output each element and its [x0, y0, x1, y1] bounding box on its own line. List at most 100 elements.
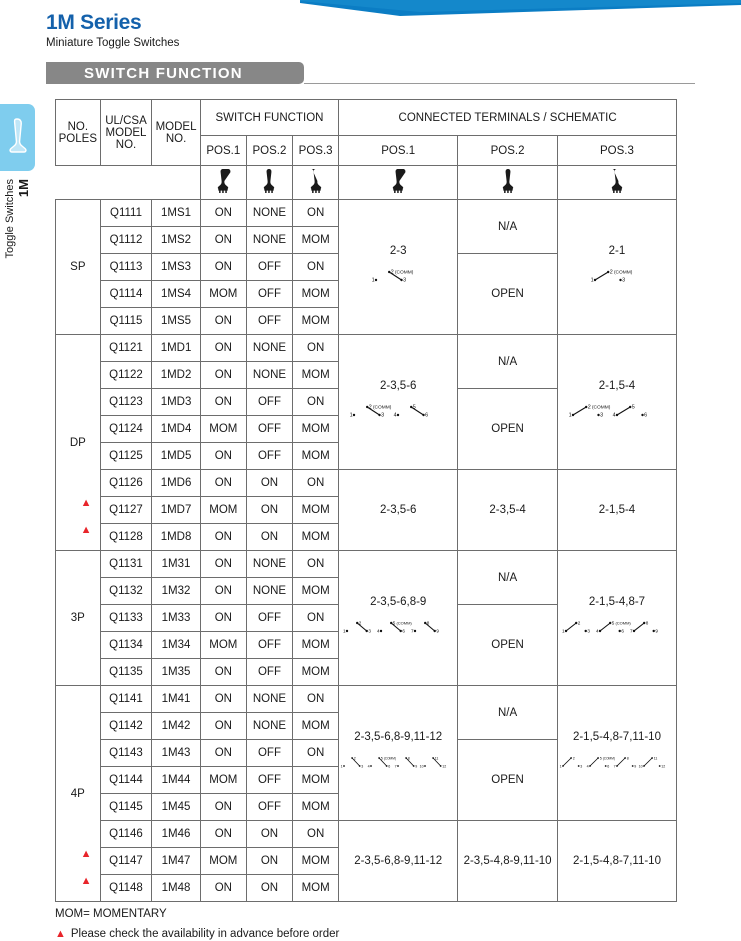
svg-text:2: 2 [359, 621, 362, 626]
cell-model-no: 1MD3 [151, 388, 201, 416]
svg-text:3: 3 [403, 278, 406, 284]
terminal-list-pos1: 2-3,5-6,8-9,11-12 [354, 731, 443, 743]
terminal-list-pos3: 2-1,5-4,8-7,11-10 [572, 731, 661, 743]
svg-text:6: 6 [644, 413, 647, 419]
toggle-center-icon [500, 168, 516, 197]
cell-fn-pos2: ON [245, 496, 294, 524]
cell-fn-pos1: MOM [199, 766, 247, 794]
table-icon-row [56, 165, 678, 200]
cell-fn-pos2: ON [245, 874, 294, 902]
cell-ulcsa-model-no: ▲ Q1148 [81, 874, 153, 902]
th-fn-pos2: POS.2 [245, 135, 294, 166]
table-body: SP Q1111 1MS1 ON NONE ON 2-3 1 3 2 (COMM) N/A 2-1 1 3 2… [55, 199, 678, 902]
cell-fn-pos1: MOM [199, 415, 247, 443]
cell-model-no: 1MD6 [151, 469, 201, 497]
svg-text:1: 1 [560, 765, 562, 769]
table-row: DP Q1121 1MD1 ON NONE ON 2-3,5-6 1 3 2 (COMM) 4 6 5 N/… [55, 334, 678, 551]
cell-sch-pos2-b: 2-3,5-4 [457, 469, 558, 551]
cell-fn-pos2: ON [245, 820, 294, 848]
cell-sch-pos2-na: N/A [457, 685, 558, 740]
cell-fn-pos3: MOM [292, 631, 340, 659]
cell-fn-pos2: OFF [245, 631, 294, 659]
cell-ulcsa-model-no: Q1135 [99, 658, 153, 686]
svg-text:3: 3 [580, 765, 582, 769]
cell-fn-pos2: OFF [245, 253, 294, 281]
cell-model-no: 1MS5 [151, 307, 201, 335]
icon-cell-fn-pos1 [199, 165, 247, 200]
svg-text:7: 7 [630, 629, 633, 634]
svg-text:5: 5 [600, 757, 602, 761]
cell-fn-pos1: ON [199, 334, 247, 362]
svg-text:10: 10 [420, 765, 424, 769]
cell-model-no: 1MD4 [151, 415, 201, 443]
svg-text:7: 7 [411, 629, 414, 634]
cell-fn-pos1: MOM [199, 847, 247, 875]
cell-model-no: 1M48 [151, 874, 201, 902]
svg-text:9: 9 [437, 629, 440, 634]
cell-ulcsa-model-no: Q1133 [99, 604, 153, 632]
cell-ulcsa-model-no: Q1112 [99, 226, 153, 254]
svg-text:(COMM): (COMM) [615, 620, 631, 625]
cell-sch-pos2-open: OPEN [457, 604, 558, 686]
svg-text:5: 5 [381, 757, 383, 761]
svg-text:1: 1 [341, 765, 343, 769]
svg-text:10: 10 [639, 765, 643, 769]
svg-text:6: 6 [607, 765, 609, 769]
svg-text:1: 1 [562, 629, 565, 634]
svg-text:2: 2 [578, 621, 581, 626]
svg-text:2: 2 [610, 270, 613, 276]
cell-model-no: 1MD7 [151, 496, 201, 524]
svg-text:3: 3 [600, 413, 603, 419]
cell-fn-pos3: ON [292, 334, 340, 362]
svg-text:5: 5 [413, 405, 416, 411]
table-row: 4P Q1141 1M41 ON NONE ON 2-3,5-6,8-9,11-12 1 3 2 4… [55, 685, 678, 902]
toggle-center-icon [261, 168, 277, 197]
footnote-availability: ▲ Please check the availability in advan… [55, 928, 339, 940]
cell-fn-pos3: MOM [292, 793, 340, 821]
cell-fn-pos3: ON [292, 820, 340, 848]
red-triangle-icon: ▲ [55, 928, 66, 940]
svg-text:11: 11 [435, 757, 439, 761]
svg-text:(COMM): (COMM) [603, 756, 615, 760]
cell-ulcsa-model-no: Q1122 [99, 361, 153, 389]
svg-text:3: 3 [361, 765, 363, 769]
cell-model-no: 1MS1 [151, 199, 201, 227]
cell-model-no: 1MD5 [151, 442, 201, 470]
cell-sch-pos3-b: 2-1,5-4,8-7,11-10 [556, 820, 678, 902]
svg-text:4: 4 [368, 765, 370, 769]
cell-model-no: 1MD1 [151, 334, 201, 362]
cell-fn-pos3: ON [292, 550, 340, 578]
svg-text:5: 5 [393, 621, 396, 626]
svg-text:7: 7 [395, 765, 397, 769]
cell-model-no: 1M45 [151, 793, 201, 821]
cell-fn-pos1: ON [199, 388, 247, 416]
cell-fn-pos1: ON [199, 550, 247, 578]
sidebar-tab[interactable]: 1M Toggle Switches [0, 104, 35, 259]
cell-fn-pos1: ON [199, 658, 247, 686]
cell-fn-pos2: OFF [245, 793, 294, 821]
cell-sch-pos1: 2-3,5-6,8-9,11-12 1 3 2 4 6 5 (COMM) 7 9 8 10 12 11 [338, 685, 459, 821]
red-triangle-icon: ▲ [80, 497, 92, 509]
svg-text:4: 4 [587, 765, 589, 769]
svg-text:2: 2 [354, 757, 356, 761]
cell-model-no: 1M46 [151, 820, 201, 848]
table-row: Q1146 1M46 ON ON ON 2-3,5-6,8-9,11-12 2-3,5-4,… [56, 820, 678, 902]
terminal-list-pos1: 2-3 [389, 245, 407, 257]
svg-text:2: 2 [369, 405, 372, 411]
cell-fn-pos3: MOM [292, 874, 340, 902]
cell-model-no: 1M41 [151, 685, 201, 713]
cell-fn-pos3: ON [292, 469, 340, 497]
svg-text:6: 6 [403, 629, 406, 634]
cell-sch-pos3: 2-1,5-4,8-7 1 3 2 4 6 5 (COMM) 7 9 8 [556, 550, 678, 686]
cell-fn-pos3: ON [292, 685, 340, 713]
cell-fn-pos2: NONE [245, 361, 294, 389]
cell-fn-pos1: ON [199, 793, 247, 821]
cell-sch-pos3: 2-1,5-4 1 3 2 (COMM) 4 6 5 [556, 334, 678, 470]
cell-fn-pos3: MOM [292, 577, 340, 605]
cell-fn-pos1: ON [199, 523, 247, 551]
table-row: SP Q1111 1MS1 ON NONE ON 2-3 1 3 2 (COMM) N/A 2-1 1 3 2… [55, 199, 678, 335]
svg-text:6: 6 [425, 413, 428, 419]
cell-sch-pos1-b: 2-3,5-6,8-9,11-12 [338, 820, 459, 902]
cell-fn-pos2: OFF [245, 739, 294, 767]
cell-model-no: 1MS3 [151, 253, 201, 281]
